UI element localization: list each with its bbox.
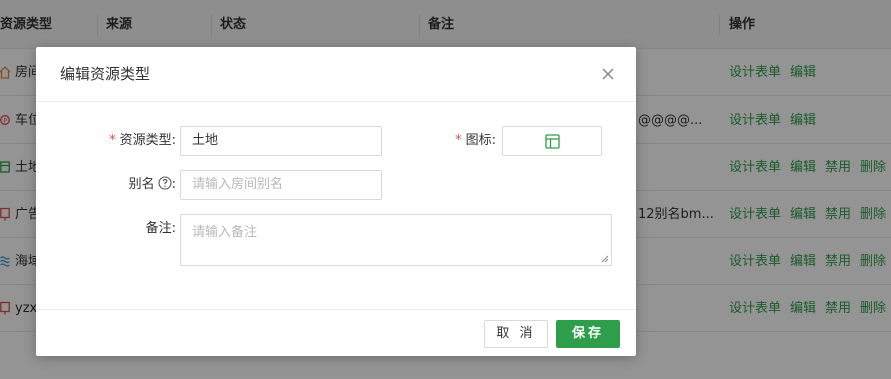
required-mark: * (455, 133, 462, 148)
note-textarea[interactable]: 请输入备注 (180, 214, 612, 266)
icon-label-text: 图标: (465, 133, 496, 148)
resize-handle-icon[interactable] (601, 255, 609, 263)
alias-label-text: 别名 (128, 177, 155, 192)
icon-label: * 图标: (426, 126, 496, 156)
close-icon[interactable] (600, 66, 616, 82)
help-icon[interactable] (158, 176, 172, 190)
save-button[interactable]: 保存 (556, 320, 620, 348)
resource-type-label: * 资源类型: (76, 126, 176, 156)
resource-type-label-text: 资源类型: (119, 133, 176, 148)
required-mark: * (109, 133, 116, 148)
cancel-button[interactable]: 取 消 (484, 320, 548, 348)
edit-resource-type-dialog: 编辑资源类型 * 资源类型: 土地 * 图标: 别名: 请输入房间别名 备注: 请输… (36, 47, 636, 356)
dialog-title: 编辑资源类型 (60, 65, 151, 83)
table-layout-icon (545, 134, 560, 149)
dialog-header: 编辑资源类型 (36, 47, 636, 102)
icon-picker[interactable] (502, 126, 602, 156)
note-label: 备注: (145, 221, 176, 236)
resource-type-input[interactable]: 土地 (180, 126, 382, 156)
note-placeholder: 请输入备注 (192, 225, 258, 240)
alias-input[interactable]: 请输入房间别名 (180, 170, 382, 200)
dialog-footer: 取 消 保存 (36, 309, 636, 356)
alias-label: 别名: (76, 170, 176, 200)
colon: : (171, 177, 176, 192)
